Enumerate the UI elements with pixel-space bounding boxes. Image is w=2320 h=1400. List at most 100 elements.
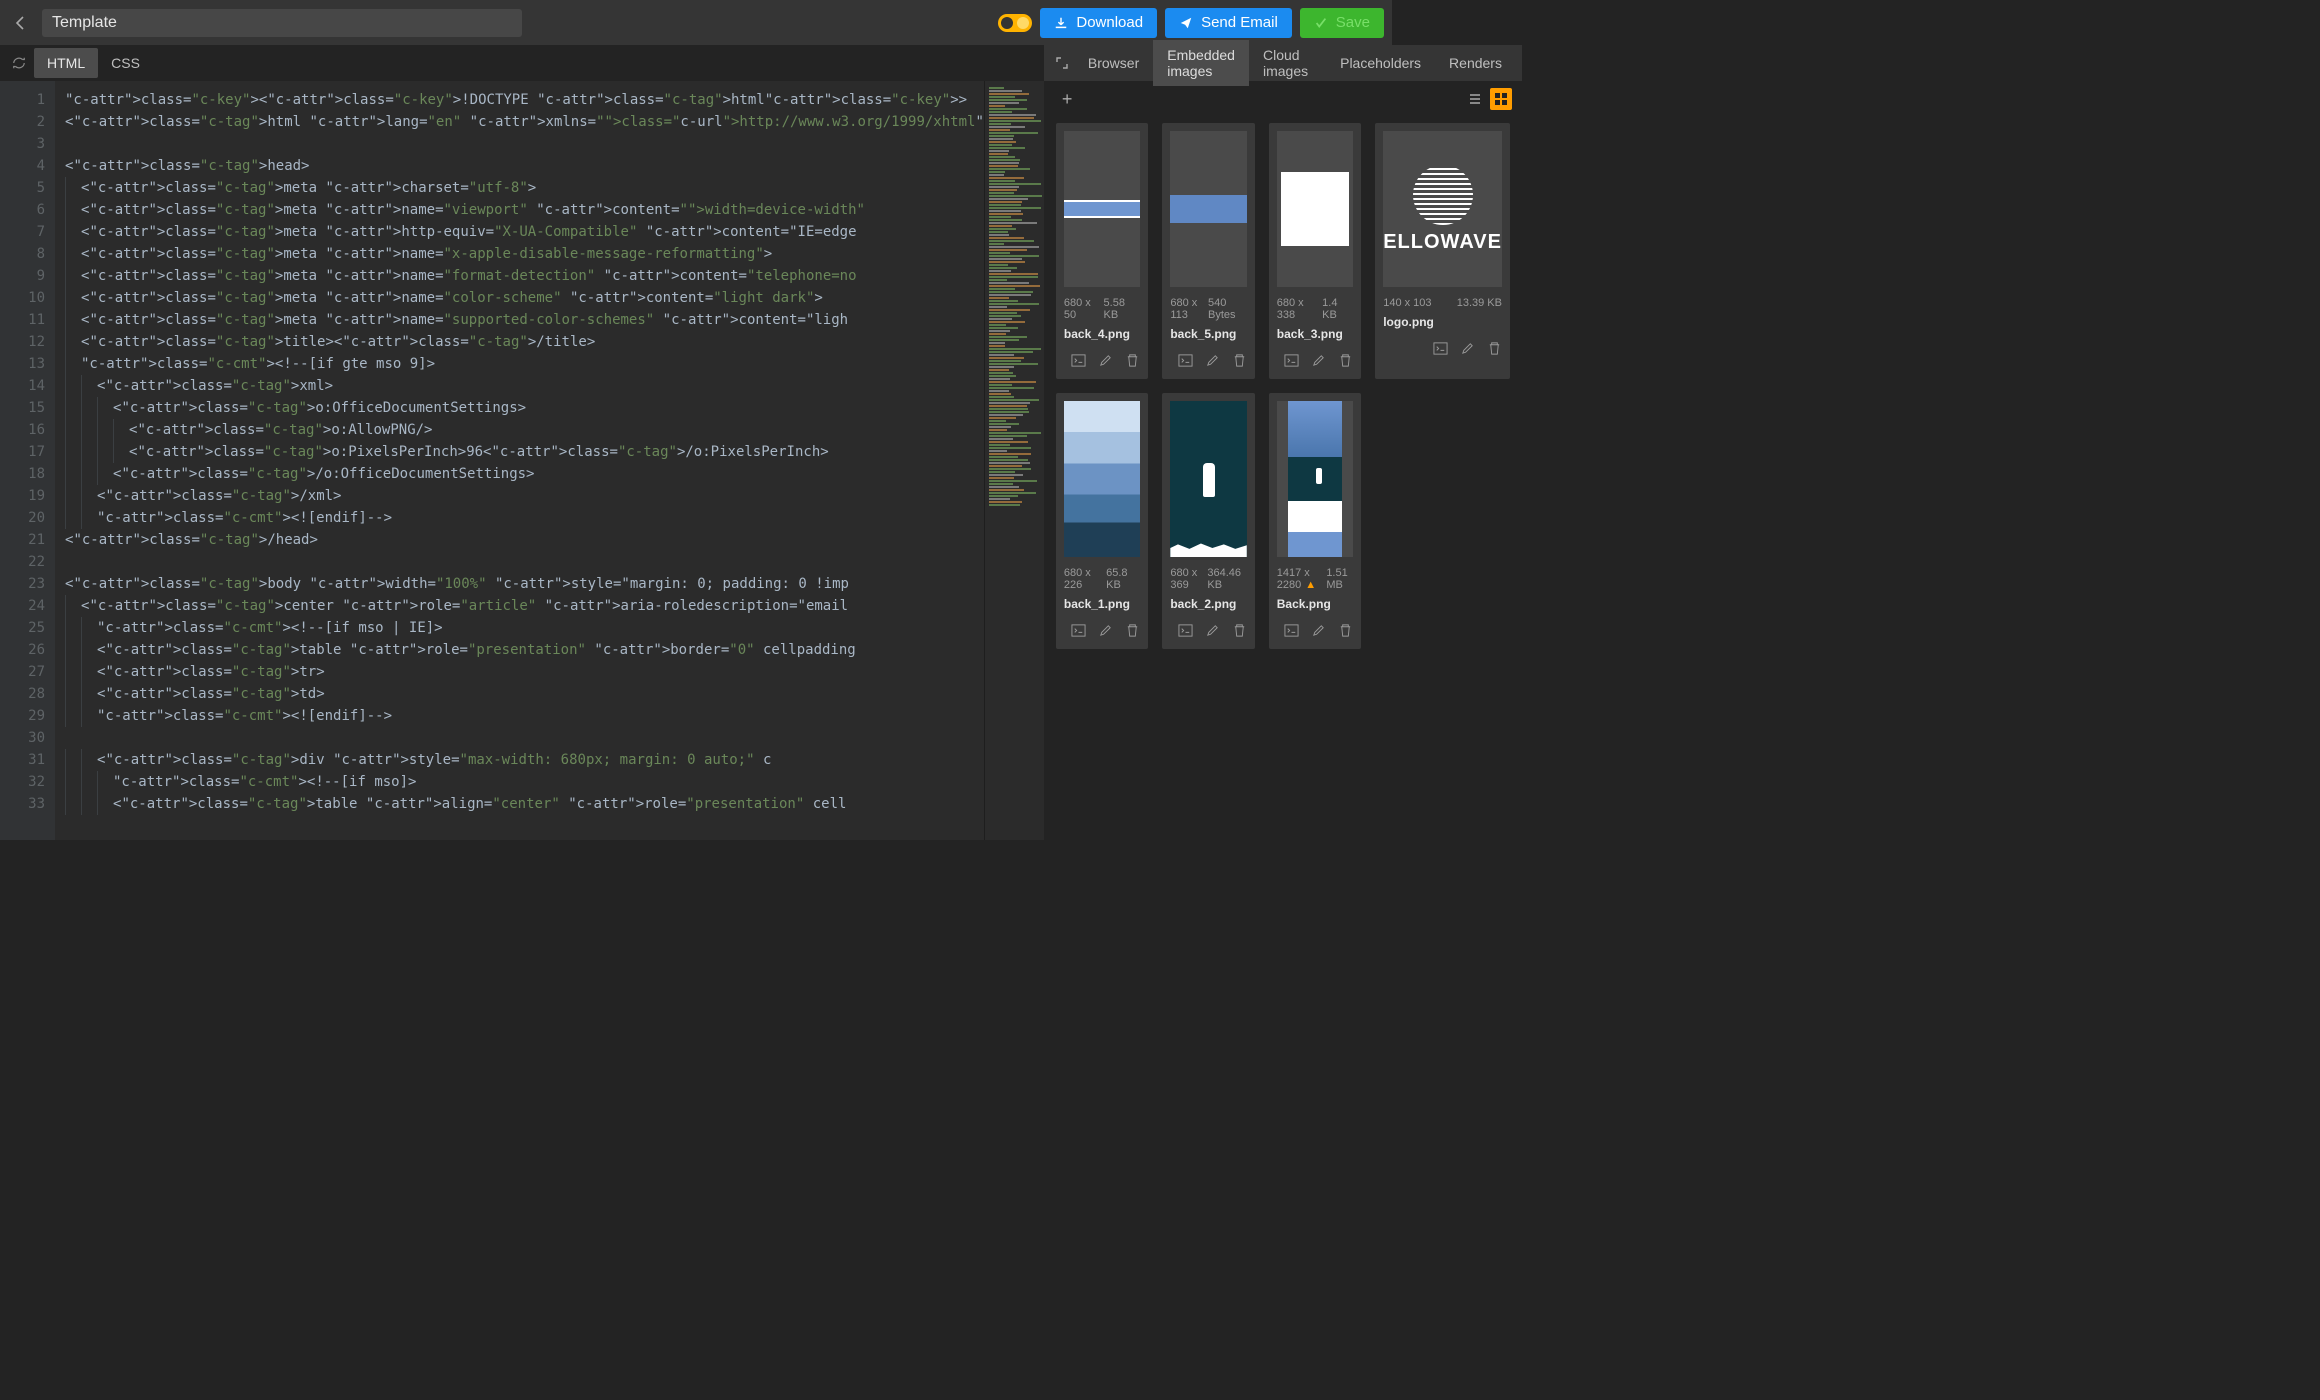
- asset-thumbnail[interactable]: ELLOWAVE: [1383, 131, 1502, 287]
- asset-filename: back_2.png: [1170, 597, 1246, 611]
- add-asset-button[interactable]: +: [1054, 85, 1081, 114]
- asset-code-button[interactable]: [1071, 623, 1086, 641]
- asset-card: ELLOWAVE140 x 10313.39 KBlogo.png: [1375, 123, 1510, 379]
- asset-edit-button[interactable]: [1205, 623, 1220, 641]
- pencil-icon: [1098, 623, 1113, 638]
- check-icon: [1314, 16, 1328, 30]
- trash-icon: [1232, 353, 1247, 368]
- asset-size: 364.46 KB: [1207, 567, 1246, 591]
- terminal-icon: [1178, 623, 1193, 638]
- refresh-button[interactable]: [4, 56, 34, 70]
- asset-size: 5.58 KB: [1104, 297, 1141, 321]
- asset-edit-button[interactable]: [1311, 353, 1326, 371]
- trash-icon: [1125, 353, 1140, 368]
- expand-icon: [1056, 57, 1068, 69]
- asset-delete-button[interactable]: [1232, 353, 1247, 371]
- asset-thumbnail[interactable]: [1277, 401, 1353, 557]
- arrow-left-icon: [13, 15, 29, 31]
- code-content[interactable]: "c-attr">class="c-key"><"c-attr">class="…: [55, 81, 984, 840]
- download-label: Download: [1076, 14, 1143, 31]
- asset-edit-button[interactable]: [1098, 353, 1113, 371]
- line-gutter: 1234567891011121314151617181920212223242…: [0, 81, 55, 840]
- asset-delete-button[interactable]: [1338, 623, 1353, 641]
- list-view-button[interactable]: [1464, 88, 1486, 110]
- asset-dimensions: 680 x 369: [1170, 567, 1207, 591]
- terminal-icon: [1284, 623, 1299, 638]
- asset-filename: back_1.png: [1064, 597, 1140, 611]
- asset-edit-button[interactable]: [1205, 353, 1220, 371]
- pencil-icon: [1311, 353, 1326, 368]
- asset-code-button[interactable]: [1284, 623, 1299, 641]
- pencil-icon: [1098, 353, 1113, 368]
- asset-dimensions: 140 x 103: [1383, 297, 1431, 309]
- code-editor[interactable]: 1234567891011121314151617181920212223242…: [0, 81, 1044, 840]
- refresh-icon: [12, 56, 26, 70]
- asset-code-button[interactable]: [1071, 353, 1086, 371]
- terminal-icon: [1178, 353, 1193, 368]
- pencil-icon: [1205, 623, 1220, 638]
- back-button[interactable]: [8, 10, 34, 36]
- asset-card: 680 x 113540 Bytes back_5.png: [1162, 123, 1254, 379]
- asset-edit-button[interactable]: [1311, 623, 1326, 641]
- grid-view-button[interactable]: [1490, 88, 1512, 110]
- terminal-icon: [1071, 623, 1086, 638]
- asset-thumbnail[interactable]: [1064, 401, 1140, 557]
- send-email-button[interactable]: Send Email: [1165, 8, 1292, 38]
- asset-delete-button[interactable]: [1232, 623, 1247, 641]
- tab-renders[interactable]: Renders: [1435, 48, 1516, 78]
- asset-dimensions: 1417 x 2280▲: [1277, 567, 1327, 591]
- asset-thumbnail[interactable]: [1170, 401, 1246, 557]
- minimap[interactable]: [984, 81, 1044, 840]
- terminal-icon: [1433, 341, 1448, 356]
- download-icon: [1054, 16, 1068, 30]
- asset-code-button[interactable]: [1284, 353, 1299, 371]
- download-button[interactable]: Download: [1040, 8, 1157, 38]
- tab-browser[interactable]: Browser: [1074, 48, 1153, 78]
- asset-dimensions: 680 x 113: [1170, 297, 1208, 321]
- trash-icon: [1338, 623, 1353, 638]
- tab-embedded-images[interactable]: Embedded images: [1153, 40, 1249, 86]
- asset-filename: Back.png: [1277, 597, 1353, 611]
- pencil-icon: [1205, 353, 1220, 368]
- asset-filename: back_3.png: [1277, 327, 1353, 341]
- asset-delete-button[interactable]: [1125, 623, 1140, 641]
- asset-size: 540 Bytes: [1208, 297, 1247, 321]
- tab-cloud-images[interactable]: Cloud images: [1249, 40, 1326, 86]
- terminal-icon: [1071, 353, 1086, 368]
- tab-placeholders[interactable]: Placeholders: [1326, 48, 1435, 78]
- asset-dimensions: 680 x 338: [1277, 297, 1322, 321]
- asset-code-button[interactable]: [1433, 341, 1448, 359]
- asset-dimensions: 680 x 50: [1064, 297, 1104, 321]
- trash-icon: [1487, 341, 1502, 356]
- tab-html[interactable]: HTML: [34, 48, 98, 78]
- asset-delete-button[interactable]: [1487, 341, 1502, 359]
- expand-button[interactable]: [1050, 51, 1074, 75]
- asset-thumbnail[interactable]: [1064, 131, 1140, 287]
- asset-code-button[interactable]: [1178, 623, 1193, 641]
- top-bar: Template Download Send Email Save: [0, 0, 1392, 45]
- asset-code-button[interactable]: [1178, 353, 1193, 371]
- asset-card: 680 x 369364.46 KB back_2.png: [1162, 393, 1254, 649]
- asset-delete-button[interactable]: [1338, 353, 1353, 371]
- save-label: Save: [1336, 14, 1370, 31]
- theme-toggle[interactable]: [998, 14, 1032, 32]
- asset-filename: back_5.png: [1170, 327, 1246, 341]
- asset-edit-button[interactable]: [1098, 623, 1113, 641]
- asset-size: 1.4 KB: [1322, 297, 1353, 321]
- asset-dimensions: 680 x 226: [1064, 567, 1106, 591]
- pencil-icon: [1311, 623, 1326, 638]
- grid-icon: [1494, 92, 1508, 106]
- save-button[interactable]: Save: [1300, 8, 1384, 38]
- asset-size: 13.39 KB: [1457, 297, 1502, 309]
- pencil-icon: [1460, 341, 1475, 356]
- tab-css[interactable]: CSS: [98, 48, 153, 78]
- asset-delete-button[interactable]: [1125, 353, 1140, 371]
- trash-icon: [1232, 623, 1247, 638]
- asset-thumbnail[interactable]: [1170, 131, 1246, 287]
- terminal-icon: [1284, 353, 1299, 368]
- asset-toolbar: +: [1044, 81, 1522, 117]
- asset-thumbnail[interactable]: [1277, 131, 1353, 287]
- asset-size: 65.8 KB: [1106, 567, 1140, 591]
- asset-edit-button[interactable]: [1460, 341, 1475, 359]
- template-title-input[interactable]: Template: [42, 9, 522, 37]
